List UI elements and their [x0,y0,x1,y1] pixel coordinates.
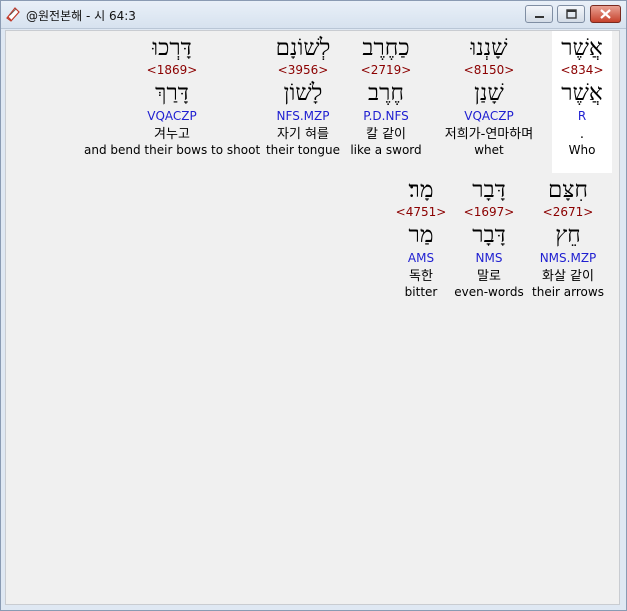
strong-number[interactable]: <1697> [453,205,525,219]
hebrew-word: כַחֶרֶב [362,35,410,61]
hebrew-word: דָּבָר [472,177,506,203]
close-button[interactable] [590,5,621,23]
word-block[interactable]: דָּבָר <1697> דָּבָר NMS 말로 even-words [453,176,525,300]
english-gloss: even-words [454,285,524,299]
strong-number[interactable]: <8150> [431,63,547,77]
morphology[interactable]: VQACZP [84,109,260,124]
korean-gloss: 칼 같이 [365,127,406,142]
word-block[interactable]: כַחֶרֶב <2719> חֶרֶב P.D.NFS 칼 같이 like a… [347,34,425,158]
lemma: חֵץ [555,222,581,248]
korean-gloss: 저희가-연마하며 [444,127,534,142]
word-block[interactable]: אֲשֶׁר <834> אֲשֶׁר R . Who [552,31,612,173]
minimize-icon [535,16,544,18]
word-block[interactable]: חִצָּם <2671> חֵץ NMS.MZP 화살 같이 their ar… [530,176,606,300]
morphology[interactable]: NMS [453,251,525,266]
strong-number[interactable]: <1869> [84,63,260,77]
strong-number[interactable]: <3956> [264,63,342,77]
english-gloss: whet [474,143,504,157]
title-bar[interactable]: @원전본해 - 시 64:3 [1,1,626,29]
korean-gloss: 자기 혀를 [277,127,329,142]
strong-number[interactable]: <4751> [394,205,448,219]
app-window: @원전본해 - 시 64:3 אֲשֶׁר <834> אֲשֶׁר R . W… [0,0,627,611]
lemma: חֶרֶב [368,80,404,106]
strong-number[interactable]: <2671> [530,205,606,219]
english-gloss: bitter [404,285,438,299]
close-icon [600,9,611,19]
korean-gloss: 겨누고 [154,127,190,142]
lemma: אֲשֶׁר [561,80,603,106]
lemma: מַר [408,222,434,248]
english-gloss: their arrows [532,285,604,299]
bible-book-icon[interactable] [5,6,21,22]
korean-gloss: . [579,127,585,142]
korean-gloss: 화살 같이 [542,269,594,284]
morphology[interactable]: R [552,109,612,124]
english-gloss: their tongue [265,143,341,157]
minimize-button[interactable] [525,5,553,23]
maximize-button[interactable] [557,5,585,23]
morphology[interactable]: AMS [394,251,448,266]
lemma: דָּבָר [472,222,506,248]
lemma: שָׁנַן [474,80,504,106]
korean-gloss: 말로 [477,269,501,284]
korean-gloss: 독한 [409,269,433,284]
hebrew-word: אֲשֶׁר [561,35,603,61]
word-block[interactable]: שָׁנְנוּ <8150> שָׁנַן VQACZP 저희가-연마하며 w… [431,34,547,158]
maximize-icon [566,9,577,19]
morphology[interactable]: P.D.NFS [347,109,425,124]
strong-number[interactable]: <2719> [347,63,425,77]
hebrew-word: שָׁנְנוּ [470,35,508,61]
morphology[interactable]: NMS.MZP [530,251,606,266]
hebrew-word: לְשׁוֹנָם [275,35,331,61]
english-gloss: like a sword [350,143,422,157]
morphology[interactable]: VQACZP [431,109,547,124]
strong-number[interactable]: <834> [552,63,612,77]
english-gloss: and bend their bows to shoot [84,143,261,157]
hebrew-word: דָּרְכוּ [152,35,192,61]
lemma: דָּרַךְ [155,80,189,106]
window-title: @원전본해 - 시 64:3 [26,9,136,23]
hebrew-word: חִצָּם [547,177,588,203]
hebrew-word: מָר׃ [408,177,434,203]
english-gloss: Who [568,143,596,157]
verse-view[interactable]: אֲשֶׁר <834> אֲשֶׁר R . Who שָׁנְנוּ <81… [5,30,620,605]
word-block[interactable]: דָּרְכוּ <1869> דָּרַךְ VQACZP 겨누고 and b… [84,34,260,158]
morphology[interactable]: NFS.MZP [264,109,342,124]
word-block[interactable]: לְשׁוֹנָם <3956> לָשׁוֹן NFS.MZP 자기 혀를 t… [264,34,342,158]
lemma: לָשׁוֹן [283,80,323,106]
word-block[interactable]: מָר׃ <4751> מַר AMS 독한 bitter [394,176,448,300]
